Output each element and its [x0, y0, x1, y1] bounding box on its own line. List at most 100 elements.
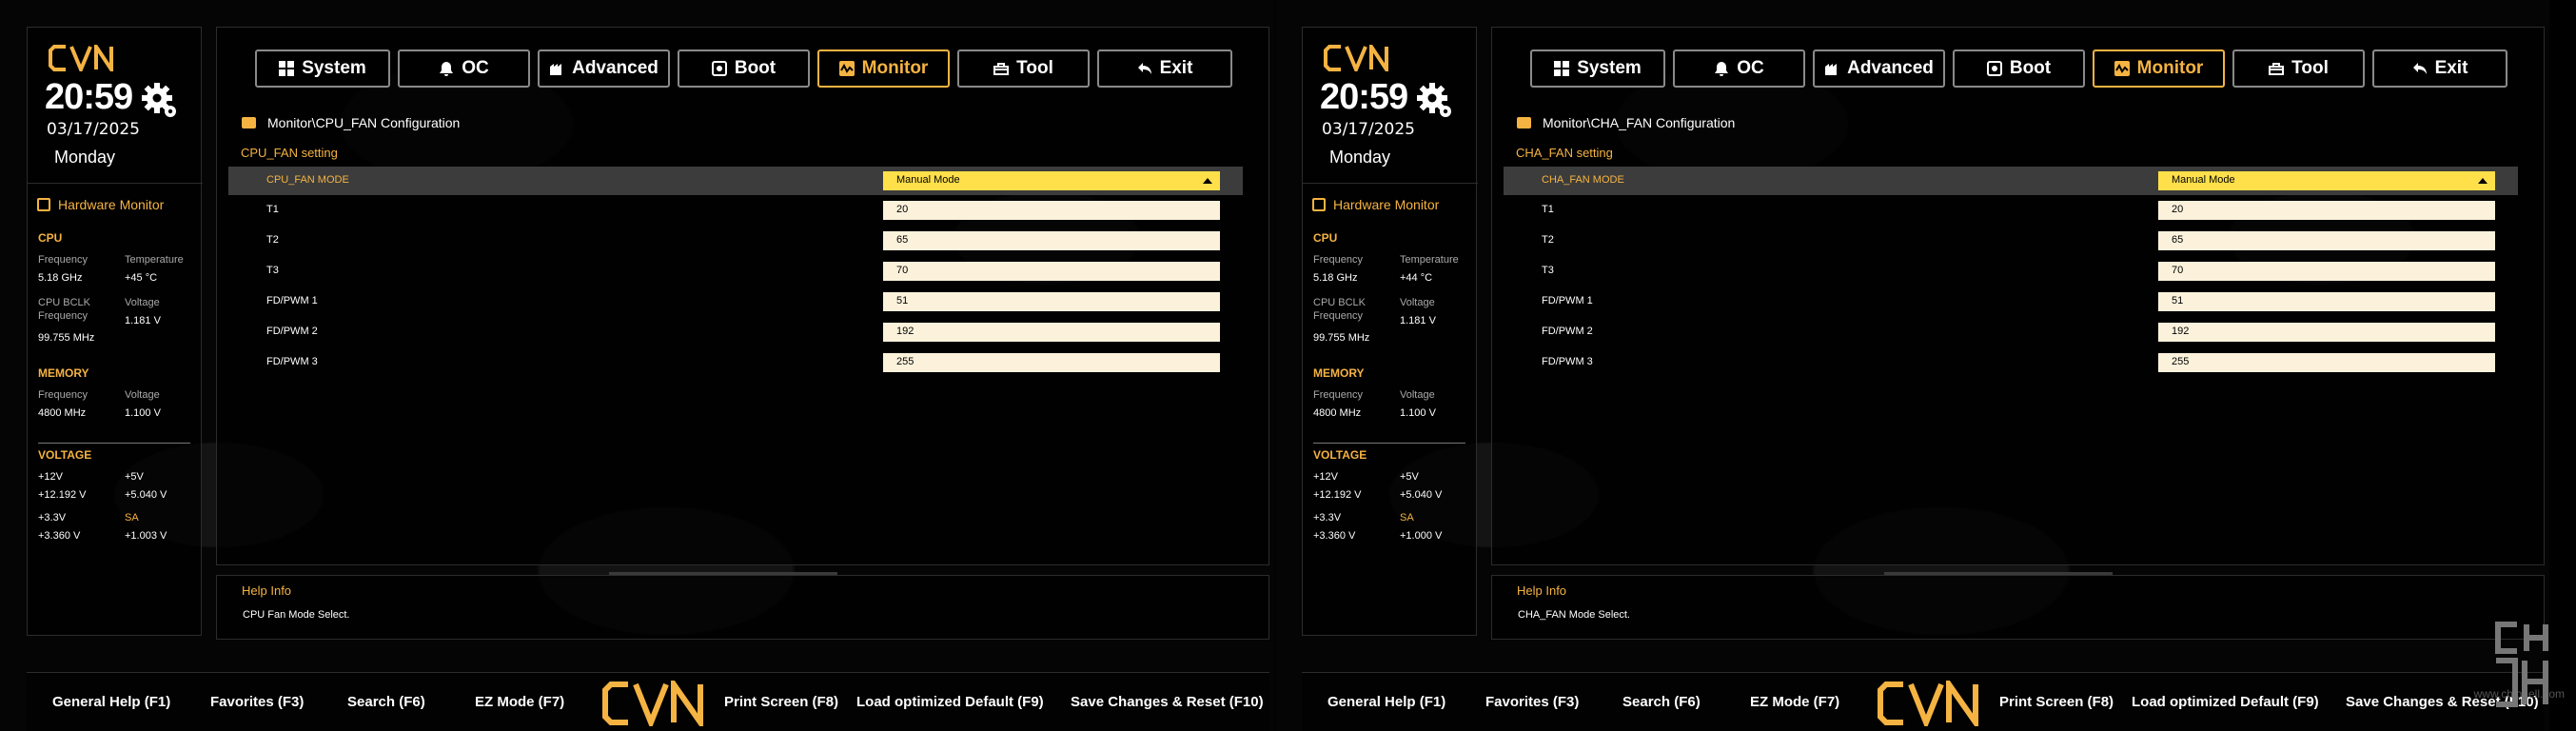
t1-input[interactable]: 20	[883, 201, 1220, 220]
load-optimized-default-button[interactable]: Load optimized Default (F9)	[2132, 694, 2319, 710]
tab-oc[interactable]: OC	[1673, 49, 1805, 88]
power-icon	[711, 61, 727, 76]
memory-frequency-value: 4800 MHz	[1313, 407, 1362, 419]
favorites-button[interactable]: Favorites (F3)	[210, 694, 304, 710]
setting-row-pwm3[interactable]: FD/PWM 3 255	[1504, 348, 2518, 377]
search-button[interactable]: Search (F6)	[347, 694, 425, 710]
setting-row-t2[interactable]: T2 65	[228, 227, 1243, 255]
tab-tool[interactable]: Tool	[957, 49, 1090, 88]
setting-row-pwm1[interactable]: FD/PWM 1 51	[1504, 287, 2518, 316]
general-help-button[interactable]: General Help (F1)	[52, 694, 170, 710]
setting-row-pwm3[interactable]: FD/PWM 3 255	[228, 348, 1243, 377]
load-optimized-default-button[interactable]: Load optimized Default (F9)	[856, 694, 1044, 710]
print-screen-button[interactable]: Print Screen (F8)	[1999, 694, 2114, 710]
setting-row-t1[interactable]: T1 20	[1504, 196, 2518, 225]
setting-label: T2	[1542, 234, 1554, 246]
top-tab-bar: System OC Advanced Boot Monitor Tool Exi…	[255, 49, 1232, 88]
setting-label: T3	[266, 265, 279, 276]
t1-input[interactable]: 20	[2158, 201, 2495, 220]
setting-label: T1	[266, 204, 279, 215]
search-button[interactable]: Search (F6)	[1622, 694, 1701, 710]
t2-input[interactable]: 65	[883, 231, 1220, 250]
pwm3-input[interactable]: 255	[883, 353, 1220, 372]
pwm3-input[interactable]: 255	[2158, 353, 2495, 372]
divider	[38, 443, 190, 444]
voltage-section-title: VOLTAGE	[1313, 448, 1367, 462]
power-icon	[1986, 61, 2002, 76]
cpu-voltage-label: Voltage	[125, 297, 160, 308]
help-info-title: Help Info	[1517, 583, 1567, 598]
t3-input[interactable]: 70	[883, 262, 1220, 281]
memory-frequency-label: Frequency	[1313, 389, 1363, 401]
tab-boot[interactable]: Boot	[678, 49, 810, 88]
tab-exit[interactable]: Exit	[1097, 49, 1232, 88]
fan-mode-dropdown[interactable]: Manual Mode	[2158, 171, 2495, 190]
pwm1-input[interactable]: 51	[883, 292, 1220, 311]
fan-mode-dropdown[interactable]: Manual Mode	[883, 171, 1220, 190]
setting-row-pwm2[interactable]: FD/PWM 2 192	[1504, 318, 2518, 346]
cpu-bclk-frequency-label: Frequency	[1313, 310, 1363, 322]
cpu-voltage-value: 1.181 V	[125, 315, 161, 326]
setting-row-pwm2[interactable]: FD/PWM 2 192	[228, 318, 1243, 346]
setting-row-pwm1[interactable]: FD/PWM 1 51	[228, 287, 1243, 316]
setting-label: FD/PWM 1	[1542, 295, 1593, 306]
tab-exit[interactable]: Exit	[2372, 49, 2507, 88]
hardware-monitor-title: Hardware Monitor	[1312, 197, 1439, 212]
help-info-title: Help Info	[242, 583, 292, 598]
save-changes-reset-button[interactable]: Save Changes & Reset (F10)	[1071, 694, 1264, 710]
settings-gear-icon[interactable]	[140, 81, 178, 119]
setting-row-fan-mode[interactable]: CPU_FAN MODE Manual Mode	[228, 167, 1243, 195]
print-screen-button[interactable]: Print Screen (F8)	[724, 694, 838, 710]
clock-date: 03/17/2025	[1322, 120, 1415, 139]
divider	[1313, 443, 1465, 444]
pwm2-input[interactable]: 192	[2158, 323, 2495, 342]
general-help-button[interactable]: General Help (F1)	[1327, 694, 1445, 710]
breadcrumb: Monitor\CPU_FAN Configuration	[242, 115, 460, 130]
tab-monitor[interactable]: Monitor	[2093, 49, 2225, 88]
cpu-bclk-label: CPU BCLK	[38, 297, 91, 308]
memory-frequency-label: Frequency	[38, 389, 88, 401]
setting-row-t3[interactable]: T3 70	[1504, 257, 2518, 286]
setting-row-t3[interactable]: T3 70	[228, 257, 1243, 286]
tab-system[interactable]: System	[255, 49, 390, 88]
v12-label: +12V	[1313, 471, 1338, 483]
cpu-temperature-value: +45 °C	[125, 272, 158, 284]
pwm2-input[interactable]: 192	[883, 323, 1220, 342]
setting-row-t2[interactable]: T2 65	[1504, 227, 2518, 255]
clock-day: Monday	[54, 148, 116, 167]
ez-mode-button[interactable]: EZ Mode (F7)	[1750, 694, 1839, 710]
tab-oc[interactable]: OC	[398, 49, 530, 88]
memory-section-title: MEMORY	[1313, 366, 1365, 380]
setting-row-fan-mode[interactable]: CHA_FAN MODE Manual Mode	[1504, 167, 2518, 195]
tab-tool[interactable]: Tool	[2232, 49, 2365, 88]
cpu-bclk-label: CPU BCLK	[1313, 297, 1367, 308]
v12-value: +12.192 V	[38, 489, 87, 501]
tab-system[interactable]: System	[1530, 49, 1665, 88]
ez-mode-button[interactable]: EZ Mode (F7)	[475, 694, 564, 710]
bell-icon	[440, 62, 454, 76]
tab-advanced[interactable]: Advanced	[1813, 49, 1945, 88]
settings-gear-icon[interactable]	[1415, 81, 1453, 119]
setting-label: CPU_FAN MODE	[266, 174, 349, 186]
tab-monitor[interactable]: Monitor	[817, 49, 950, 88]
tab-advanced[interactable]: Advanced	[538, 49, 670, 88]
v5-value: +5.040 V	[1400, 489, 1443, 501]
t2-input[interactable]: 65	[2158, 231, 2495, 250]
pwm1-input[interactable]: 51	[2158, 292, 2495, 311]
v33-value: +3.360 V	[38, 530, 81, 542]
cvn-footer-logo	[602, 681, 703, 726]
cpu-voltage-value: 1.181 V	[1400, 315, 1436, 326]
chiphell-watermark-logo	[2495, 622, 2548, 707]
setting-row-t1[interactable]: T1 20	[228, 196, 1243, 225]
favorites-button[interactable]: Favorites (F3)	[1485, 694, 1579, 710]
setting-label: T2	[266, 234, 279, 246]
brand-clock-box: 20:59 03/17/2025 Monday	[28, 28, 203, 184]
footer-bar: General Help (F1) Favorites (F3) Search …	[1302, 672, 2545, 731]
clock-time: 20:59	[45, 77, 133, 117]
memory-section-title: MEMORY	[38, 366, 89, 380]
setting-label: FD/PWM 2	[266, 326, 318, 337]
cpu-temperature-value: +44 °C	[1400, 272, 1433, 284]
folder-icon	[1517, 117, 1531, 128]
tab-boot[interactable]: Boot	[1953, 49, 2085, 88]
t3-input[interactable]: 70	[2158, 262, 2495, 281]
